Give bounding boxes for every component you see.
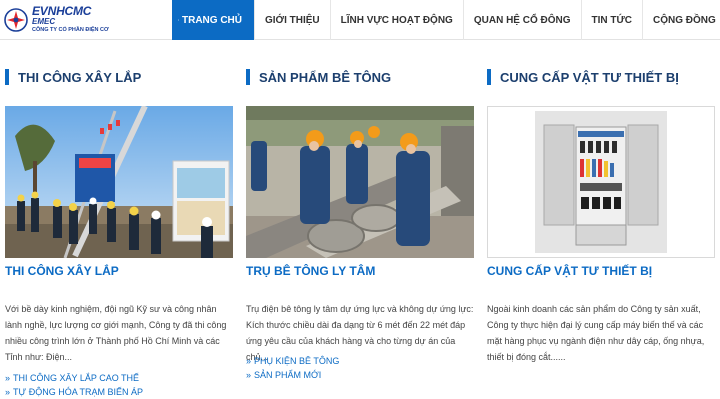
nav-label: QUAN HỆ CỔ ĐÔNG [473, 14, 571, 26]
section-heading: SẢN PHẨM BÊ TÔNG [246, 60, 474, 94]
sublink-list: » PHỤ KIỆN BÊ TÔNG » SẢN PHẨM MỚI [246, 354, 474, 382]
nav-label: TIN TỨC [591, 14, 633, 26]
nav-item-fields[interactable]: LĨNH VỰC HOẠT ĐỘNG [331, 0, 464, 40]
nav-item-about[interactable]: GIỚI THIỆU [255, 0, 331, 40]
chevron-right-icon: » [246, 356, 252, 366]
equipment-photo[interactable] [487, 106, 715, 258]
section-heading-text: THI CÔNG XÂY LẮP [18, 69, 142, 85]
chevron-right-icon: » [246, 370, 252, 380]
nav-label: GIỚI THIỆU [265, 14, 320, 26]
sublink-list: » THI CÔNG XÂY LẮP CAO THẾ » TỰ ĐỘNG HÓA… [5, 371, 233, 399]
construction-photo[interactable] [5, 106, 233, 258]
logo-sub-text: EMEC [32, 17, 56, 27]
concrete-photo[interactable] [246, 106, 474, 258]
site-logo[interactable]: EVNHCMC EMEC CÔNG TY CỔ PHẦN ĐIỆN CƠ [4, 2, 120, 37]
nav-item-investors[interactable]: QUAN HỆ CỔ ĐÔNG [464, 0, 582, 40]
site-header: EVNHCMC EMEC CÔNG TY CỔ PHẦN ĐIỆN CƠ TRA… [0, 0, 720, 40]
section-heading: CUNG CẤP VẬT TƯ THIẾT BỊ [487, 60, 715, 94]
item-description: Ngoài kinh doanh các sản phẩm do Công ty… [487, 304, 705, 362]
section-concrete: SẢN PHẨM BÊ TÔNG TRỤ BÊ TÔNG LY TÂM Trụ … [246, 60, 474, 380]
section-heading-text: CUNG CẤP VẬT TƯ THIẾT BỊ [500, 69, 679, 85]
nav-label: TRANG CHỦ [182, 14, 242, 26]
heading-bar [5, 69, 9, 85]
electrical-cabinet-image [488, 107, 714, 257]
main-nav: TRANG CHỦ GIỚI THIỆU LĨNH VỰC HOẠT ĐỘNG … [172, 0, 720, 40]
section-construction: THI CÔNG XÂY LẮP THI CÔNG XÂY LẮP Với bề… [5, 60, 233, 397]
sublink-label: THI CÔNG XÂY LẮP CAO THẾ [13, 373, 140, 383]
nav-label: CỘNG ĐỒNG [653, 14, 716, 26]
nav-item-community[interactable]: CỘNG ĐỒNG [643, 0, 720, 40]
item-title-link[interactable]: THI CÔNG XÂY LẮP [5, 264, 119, 278]
sublink-item[interactable]: » SẢN PHẨM MỚI [246, 368, 474, 382]
item-description: Với bề dày kinh nghiệm, đội ngũ Kỹ sư và… [5, 304, 227, 362]
chevron-right-icon: » [5, 373, 11, 383]
sublink-label: SẢN PHẨM MỚI [254, 370, 322, 380]
item-title-link[interactable]: TRỤ BÊ TÔNG LY TÂM [246, 264, 375, 278]
section-equipment: CUNG CẤP VẬT TƯ THIẾT BỊ CUNG CẤP VẬT TƯ… [487, 60, 715, 362]
concrete-workers-image [246, 106, 474, 258]
heading-bar [487, 69, 491, 85]
sublink-label: PHỤ KIỆN BÊ TÔNG [254, 356, 340, 366]
sublink-item[interactable]: » THI CÔNG XÂY LẮP CAO THẾ [5, 371, 233, 385]
home-icon [178, 19, 179, 21]
sublink-item[interactable]: » PHỤ KIỆN BÊ TÔNG [246, 354, 474, 368]
section-heading: THI CÔNG XÂY LẮP [5, 60, 233, 94]
section-heading-text: SẢN PHẨM BÊ TÔNG [259, 69, 392, 85]
logo-brand-text: EVNHCMC [32, 4, 92, 19]
chevron-right-icon: » [5, 387, 11, 397]
sublink-item[interactable]: » TỰ ĐỘNG HÓA TRẠM BIẾN ÁP [5, 385, 233, 399]
nav-item-home[interactable]: TRANG CHỦ [172, 0, 255, 40]
nav-item-news[interactable]: TIN TỨC [582, 0, 644, 40]
heading-bar [246, 69, 250, 85]
nav-label: LĨNH VỰC HOẠT ĐỘNG [340, 14, 453, 26]
item-title-link[interactable]: CUNG CẤP VẬT TƯ THIẾT BỊ [487, 264, 652, 278]
evn-logo-icon [4, 7, 28, 32]
construction-scene-image [5, 106, 233, 258]
sublink-label: TỰ ĐỘNG HÓA TRẠM BIẾN ÁP [13, 387, 144, 397]
logo-company-text: CÔNG TY CỔ PHẦN ĐIỆN CƠ [32, 27, 109, 34]
